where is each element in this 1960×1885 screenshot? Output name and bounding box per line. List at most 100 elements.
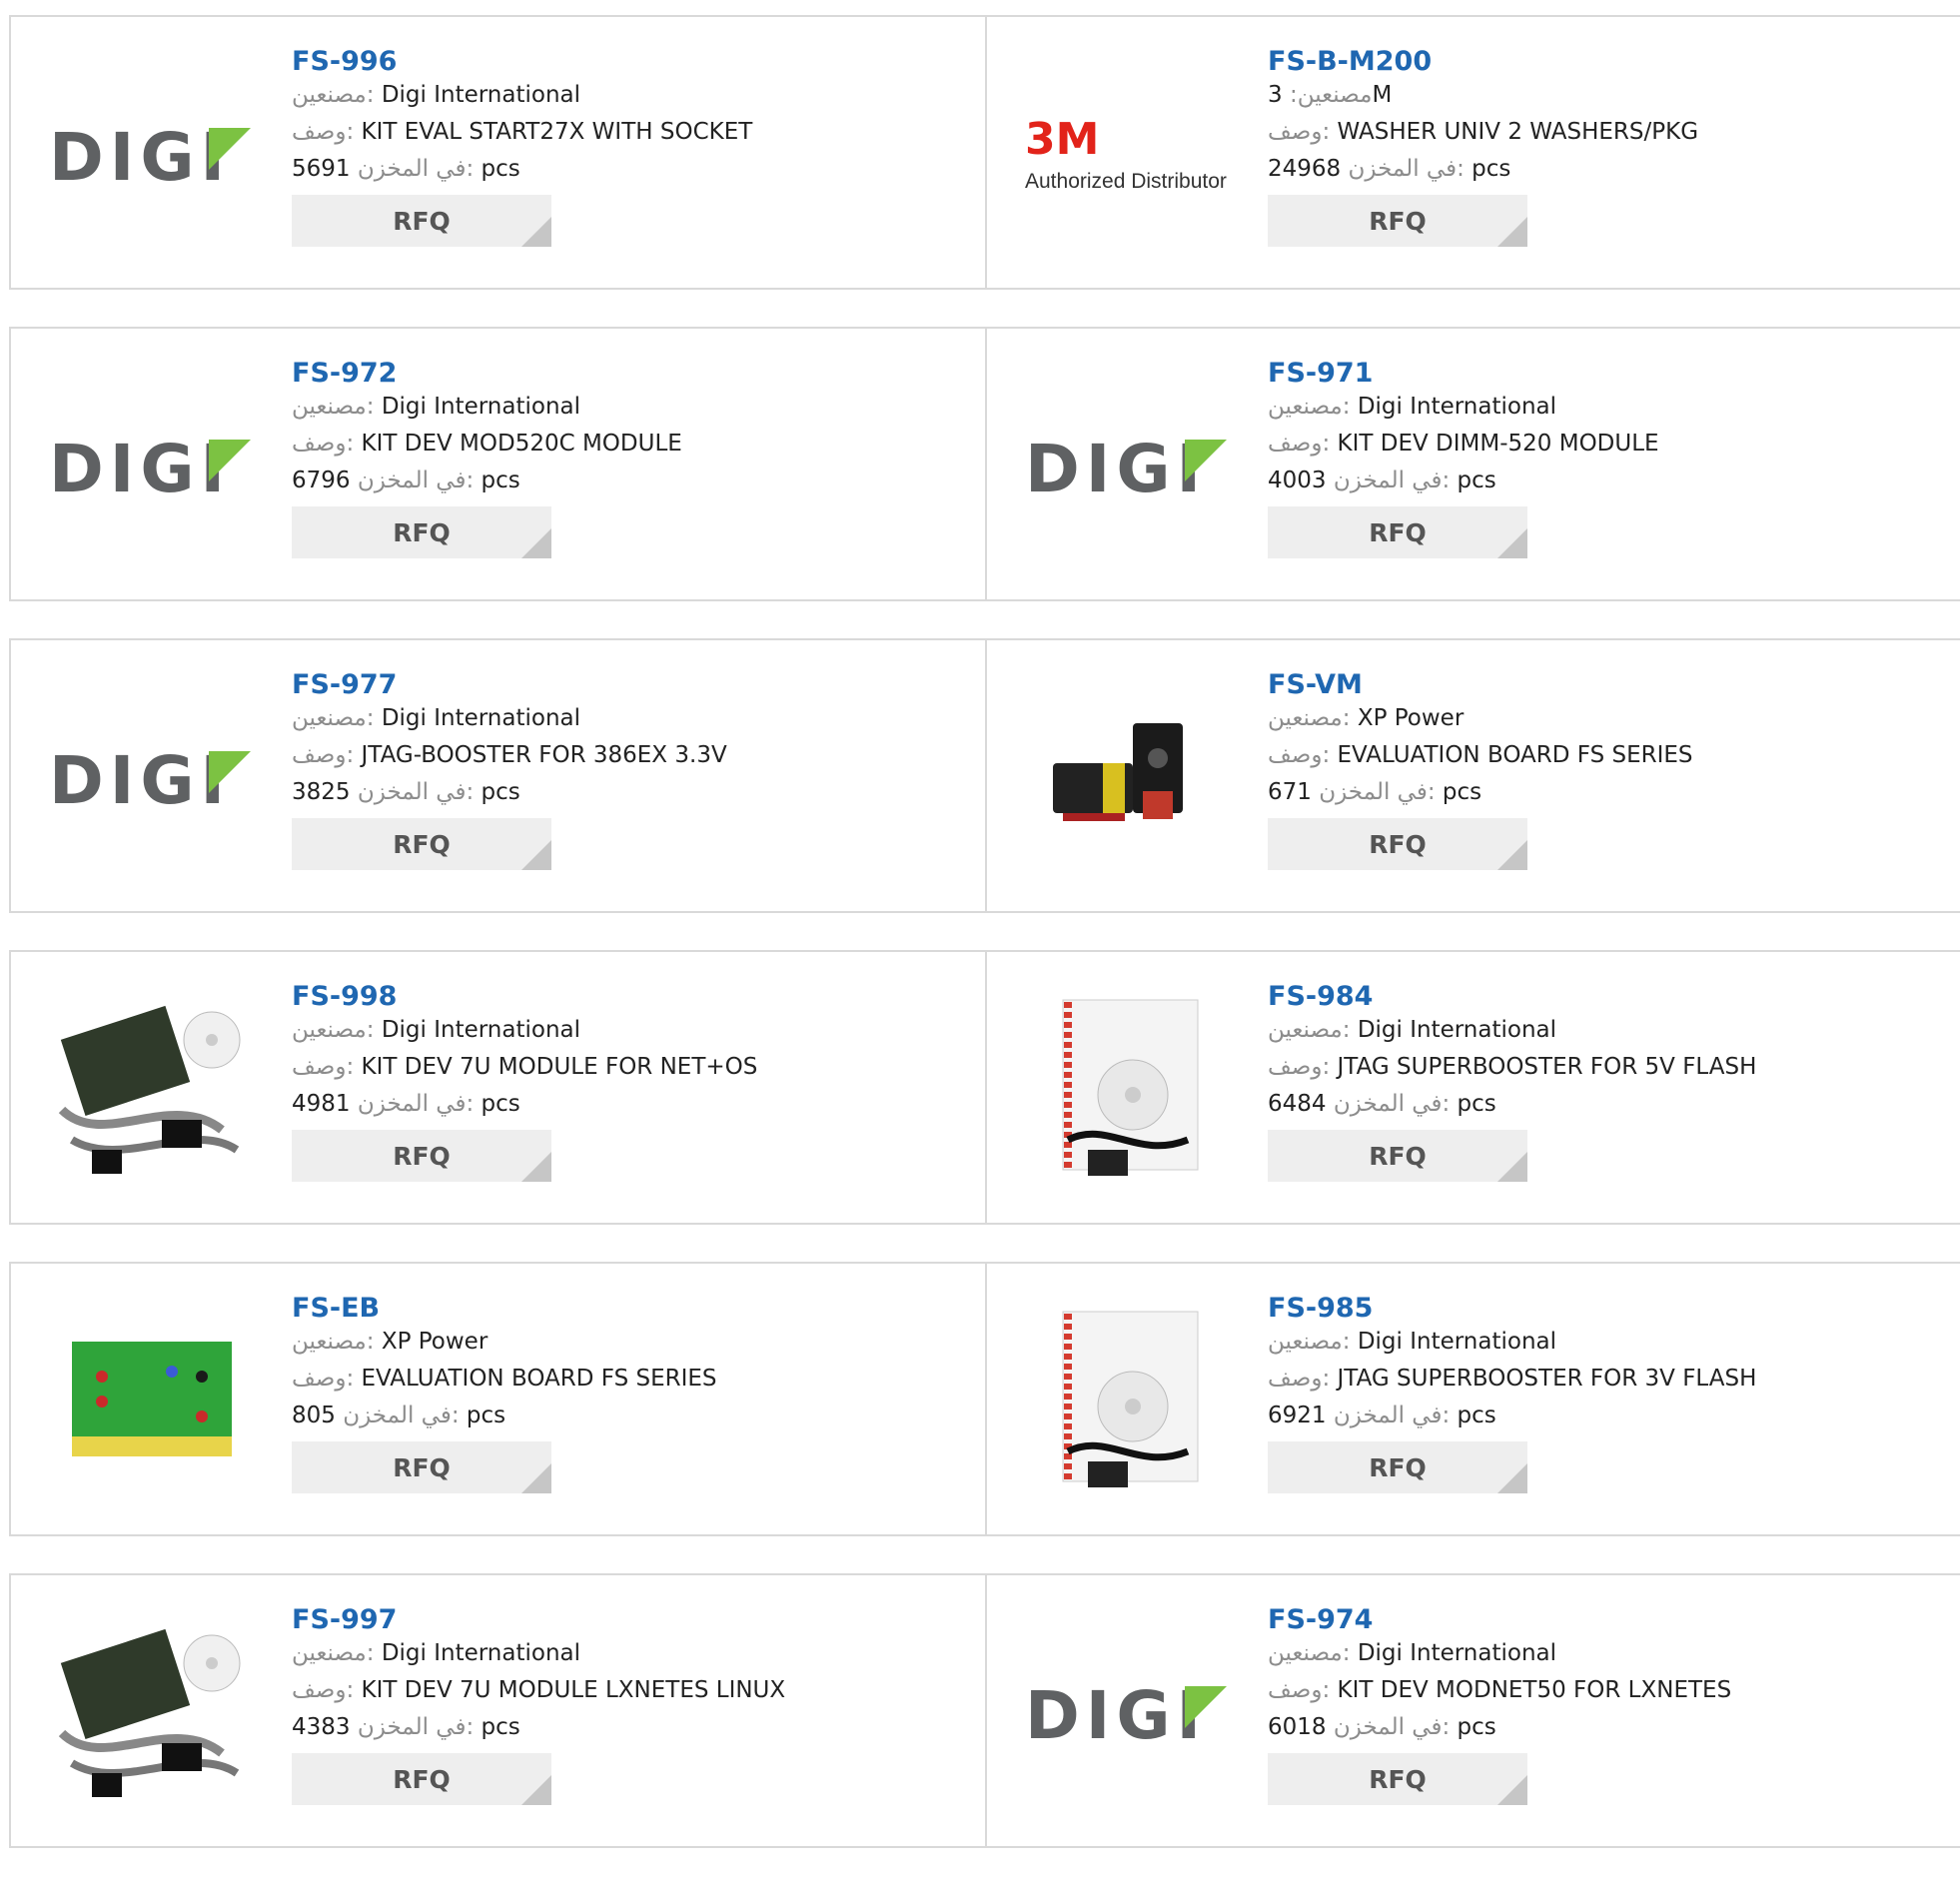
rfq-button[interactable]: RFQ bbox=[1268, 1441, 1527, 1493]
stock-value: 6921 bbox=[1268, 1403, 1327, 1428]
part-number-link[interactable]: FS-977 bbox=[292, 670, 727, 700]
svg-text:DIGI: DIGI bbox=[49, 120, 231, 190]
product-image[interactable] bbox=[49, 1615, 254, 1810]
manufacturer-line: مصنعين: Digi International bbox=[292, 1012, 757, 1049]
manufacturer-label: مصنعين: bbox=[292, 1329, 375, 1355]
product-info: FS-996 مصنعين: Digi International وصف: K… bbox=[292, 47, 752, 247]
stock-value: 24968 bbox=[1268, 156, 1342, 182]
product-image[interactable]: DIGI bbox=[49, 369, 254, 563]
part-number-link[interactable]: FS-B-M200 bbox=[1268, 47, 1698, 77]
part-number-link[interactable]: FS-985 bbox=[1268, 1294, 1756, 1324]
stock-label: في المخزن: bbox=[357, 779, 475, 805]
manufacturer-value: Digi International bbox=[1357, 1017, 1557, 1043]
product-grid: DIGI FS-996 مصنعين: Digi International و… bbox=[9, 15, 1960, 1885]
part-number-link[interactable]: FS-971 bbox=[1268, 359, 1659, 389]
manufacturer-value: XP Power bbox=[1357, 705, 1465, 731]
product-row: DIGI FS-996 مصنعين: Digi International و… bbox=[9, 15, 1960, 290]
stock-unit: pcs bbox=[1457, 468, 1496, 493]
product-image[interactable] bbox=[49, 992, 254, 1187]
description-line: وصف: KIT DEV MOD520C MODULE bbox=[292, 426, 682, 463]
rfq-button[interactable]: RFQ bbox=[292, 195, 551, 247]
manufacturer-value: XP Power bbox=[381, 1329, 489, 1355]
part-number-link[interactable]: FS-974 bbox=[1268, 1605, 1731, 1635]
product-info: FS-972 مصنعين: Digi International وصف: K… bbox=[292, 359, 682, 558]
manufacturer-label: مصنعين: bbox=[1289, 82, 1373, 108]
part-number-link[interactable]: FS-EB bbox=[292, 1294, 717, 1324]
rfq-button[interactable]: RFQ bbox=[1268, 1753, 1527, 1805]
stock-value: 5691 bbox=[292, 156, 351, 182]
stock-label: في المخزن: bbox=[1319, 779, 1436, 805]
product-info: FS-998 مصنعين: Digi International وصف: K… bbox=[292, 982, 757, 1182]
stock-value: 4383 bbox=[292, 1714, 351, 1740]
manual-cable-icon bbox=[1062, 1311, 1198, 1487]
rfq-label: RFQ bbox=[1369, 1141, 1427, 1171]
rfq-label: RFQ bbox=[393, 206, 451, 236]
product-info: FS-977 مصنعين: Digi International وصف: J… bbox=[292, 670, 727, 870]
corner-triangle-icon bbox=[521, 217, 551, 247]
stock-unit: pcs bbox=[1457, 1091, 1496, 1117]
part-number-link[interactable]: FS-984 bbox=[1268, 982, 1756, 1012]
description-value: KIT DEV 7U MODULE LXNETES LINUX bbox=[361, 1677, 786, 1703]
rfq-button[interactable]: RFQ bbox=[292, 506, 551, 558]
manufacturer-line: مصنعين: Digi International bbox=[1268, 1012, 1756, 1049]
corner-triangle-icon bbox=[1497, 1463, 1527, 1493]
stock-label: في المخزن: bbox=[1333, 1714, 1451, 1740]
rfq-button[interactable]: RFQ bbox=[292, 1753, 551, 1805]
product-info: FS-974 مصنعين: Digi International وصف: K… bbox=[1268, 1605, 1731, 1805]
part-number-link[interactable]: FS-972 bbox=[292, 359, 682, 389]
rfq-button[interactable]: RFQ bbox=[1268, 195, 1527, 247]
rfq-button[interactable]: RFQ bbox=[292, 1441, 551, 1493]
product-image[interactable] bbox=[1025, 992, 1230, 1187]
manufacturer-label: مصنعين: bbox=[292, 82, 375, 108]
product-card: FS-997 مصنعين: Digi International وصف: K… bbox=[11, 1575, 987, 1846]
product-card: 3M Authorized Distributor FS-B-M200 مصنع… bbox=[987, 17, 1960, 288]
product-info: FS-984 مصنعين: Digi International وصف: J… bbox=[1268, 982, 1756, 1182]
rfq-button[interactable]: RFQ bbox=[1268, 1130, 1527, 1182]
manual-cable-icon bbox=[1062, 999, 1198, 1176]
manufacturer-label: مصنعين: bbox=[292, 394, 375, 420]
stock-line: 4003 في المخزن: pcs bbox=[1268, 463, 1659, 499]
product-row: DIGI FS-977 مصنعين: Digi International و… bbox=[9, 638, 1960, 913]
description-line: وصف: JTAG SUPERBOOSTER FOR 3V FLASH bbox=[1268, 1361, 1756, 1398]
description-label: وصف: bbox=[292, 1366, 355, 1392]
part-number-link[interactable]: FS-VM bbox=[1268, 670, 1693, 700]
corner-triangle-icon bbox=[521, 1152, 551, 1182]
part-number-link[interactable]: FS-998 bbox=[292, 982, 757, 1012]
stock-label: في المخزن: bbox=[1348, 156, 1465, 182]
manufacturer-value: Digi International bbox=[1357, 394, 1557, 420]
stock-unit: pcs bbox=[481, 1714, 520, 1740]
stock-label: في المخزن: bbox=[357, 1714, 475, 1740]
part-number-link[interactable]: FS-996 bbox=[292, 47, 752, 77]
manufacturer-value: Digi International bbox=[381, 1017, 581, 1043]
product-info: FS-EB مصنعين: XP Power وصف: EVALUATION B… bbox=[292, 1294, 717, 1493]
description-label: وصف: bbox=[1268, 1054, 1331, 1080]
part-number-link[interactable]: FS-997 bbox=[292, 1605, 785, 1635]
rfq-button[interactable]: RFQ bbox=[292, 818, 551, 870]
green-board-icon bbox=[71, 1341, 232, 1456]
description-line: وصف: JTAG SUPERBOOSTER FOR 5V FLASH bbox=[1268, 1049, 1756, 1086]
rfq-button[interactable]: RFQ bbox=[1268, 506, 1527, 558]
description-label: وصف: bbox=[292, 742, 355, 768]
product-image[interactable] bbox=[49, 1304, 254, 1498]
rfq-label: RFQ bbox=[393, 829, 451, 859]
rfq-button[interactable]: RFQ bbox=[1268, 818, 1527, 870]
product-image[interactable]: DIGI bbox=[1025, 369, 1230, 563]
product-image[interactable]: 3M Authorized Distributor bbox=[1025, 57, 1230, 252]
description-value: KIT DEV MODNET50 FOR LXNETES bbox=[1337, 1677, 1732, 1703]
product-info: FS-B-M200 مصنعين: 3M وصف: WASHER UNIV 2 … bbox=[1268, 47, 1698, 247]
digi-logo-icon: DIGI bbox=[1025, 432, 1227, 501]
product-card: FS-EB مصنعين: XP Power وصف: EVALUATION B… bbox=[11, 1264, 987, 1534]
product-image[interactable] bbox=[1025, 680, 1230, 875]
product-image[interactable] bbox=[1025, 1304, 1230, 1498]
stock-unit: pcs bbox=[1457, 1714, 1496, 1740]
rfq-button[interactable]: RFQ bbox=[292, 1130, 551, 1182]
product-image[interactable]: DIGI bbox=[49, 57, 254, 252]
rfq-label: RFQ bbox=[1369, 829, 1427, 859]
product-card: DIGI FS-971 مصنعين: Digi International و… bbox=[987, 329, 1960, 599]
product-image[interactable]: DIGI bbox=[1025, 1615, 1230, 1810]
stock-unit: pcs bbox=[1457, 1403, 1496, 1428]
product-card: DIGI FS-977 مصنعين: Digi International و… bbox=[11, 640, 987, 911]
manufacturer-label: مصنعين: bbox=[1268, 705, 1351, 731]
product-image[interactable]: DIGI bbox=[49, 680, 254, 875]
svg-text:DIGI: DIGI bbox=[49, 743, 231, 813]
